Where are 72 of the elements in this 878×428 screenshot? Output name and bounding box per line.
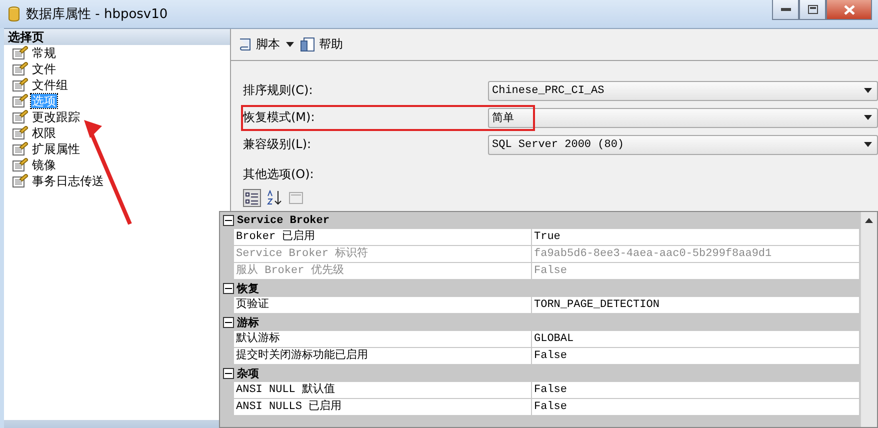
property-value: False (532, 399, 860, 416)
dropdown[interactable]: SQL Server 2000 (80) (488, 134, 878, 154)
caret-icon (864, 115, 872, 120)
window-icon (289, 192, 303, 204)
close-icon (844, 4, 854, 14)
other-options-label: 其他选项(O): (243, 166, 315, 183)
property-name: Service Broker 标识符 (234, 246, 532, 263)
sidebar-item[interactable]: 文件组 (31, 78, 69, 92)
property-name: ANSI NULLS 已启用 (234, 399, 532, 416)
property-name: 默认游标 (234, 331, 532, 348)
page-icon (12, 158, 28, 172)
property-name: 页验证 (234, 297, 532, 314)
category-header: 游标 (237, 316, 259, 330)
property-name: ANSI NULL 默认值 (234, 382, 532, 399)
sidebar-item[interactable]: 镜像 (31, 158, 57, 172)
property-value: True (532, 229, 860, 246)
maximize-button[interactable] (799, 0, 826, 20)
scroll-up-icon[interactable] (865, 218, 873, 223)
collapse-icon[interactable] (223, 215, 234, 226)
page-icon (12, 46, 28, 60)
page-icon (12, 110, 28, 124)
property-name: Broker 已启用 (234, 229, 532, 246)
collapse-icon[interactable] (223, 283, 234, 294)
page-icon (12, 94, 28, 108)
window-title: 数据库属性 - hbposv10 (26, 6, 169, 23)
sidebar-item[interactable]: 文件 (31, 62, 57, 76)
minimize-icon (780, 8, 790, 12)
sidebar-item[interactable]: 扩展属性 (31, 142, 81, 156)
page-icon (12, 62, 28, 76)
sidebar-item[interactable]: 常规 (31, 46, 57, 60)
property-value: False (532, 382, 860, 399)
field-label: 兼容级别(L): (243, 136, 312, 153)
property-name: 服从 Broker 优先级 (234, 263, 532, 280)
field-label: 恢复模式(M): (243, 109, 316, 126)
sidebar-item[interactable]: 权限 (31, 126, 57, 140)
property-value: fa9ab5d6-8ee3-4aea-aac0-5b299f8aa9d1 (532, 246, 860, 263)
panel-header: 选择页 (4, 29, 230, 45)
sidebar-item[interactable]: 事务日志传送 (31, 174, 105, 188)
category-header: 杂项 (237, 366, 259, 381)
caret-icon[interactable] (286, 42, 294, 47)
property-value: False (532, 348, 860, 365)
page-icon (12, 126, 28, 140)
collapse-icon[interactable] (223, 317, 234, 328)
database-icon (8, 6, 20, 22)
scrollbar[interactable] (860, 212, 877, 427)
scroll-icon (237, 36, 253, 52)
property-value: False (532, 263, 860, 280)
categorized-button[interactable] (243, 189, 261, 207)
dropdown[interactable]: 简单 (488, 108, 878, 128)
property-value: TORN_PAGE_DETECTION (532, 297, 860, 314)
sidebar-item[interactable]: 更改跟踪 (31, 110, 81, 124)
close-button[interactable] (826, 0, 872, 20)
category-header: Service Broker (237, 214, 330, 226)
help-button[interactable]: 帮助 (300, 36, 343, 53)
collapse-icon[interactable] (223, 368, 234, 379)
page-icon (12, 78, 28, 92)
field-label: 排序规则(C): (243, 82, 314, 99)
list-icon (245, 191, 259, 205)
document-icon (300, 36, 316, 52)
property-value: GLOBAL (532, 331, 860, 348)
caret-icon (864, 88, 872, 93)
page-icon (12, 174, 28, 188)
caret-icon (864, 142, 872, 147)
category-header: 恢复 (237, 282, 259, 296)
sort-button[interactable] (265, 189, 283, 207)
script-button[interactable]: 脚本 (237, 36, 280, 53)
page-icon (12, 142, 28, 156)
minimize-button[interactable] (772, 0, 799, 20)
property-name: 提交时关闭游标功能已启用 (234, 348, 532, 365)
maximize-icon (808, 5, 818, 14)
sort-icon (266, 190, 282, 206)
dropdown[interactable]: Chinese_PRC_CI_AS (488, 80, 878, 100)
